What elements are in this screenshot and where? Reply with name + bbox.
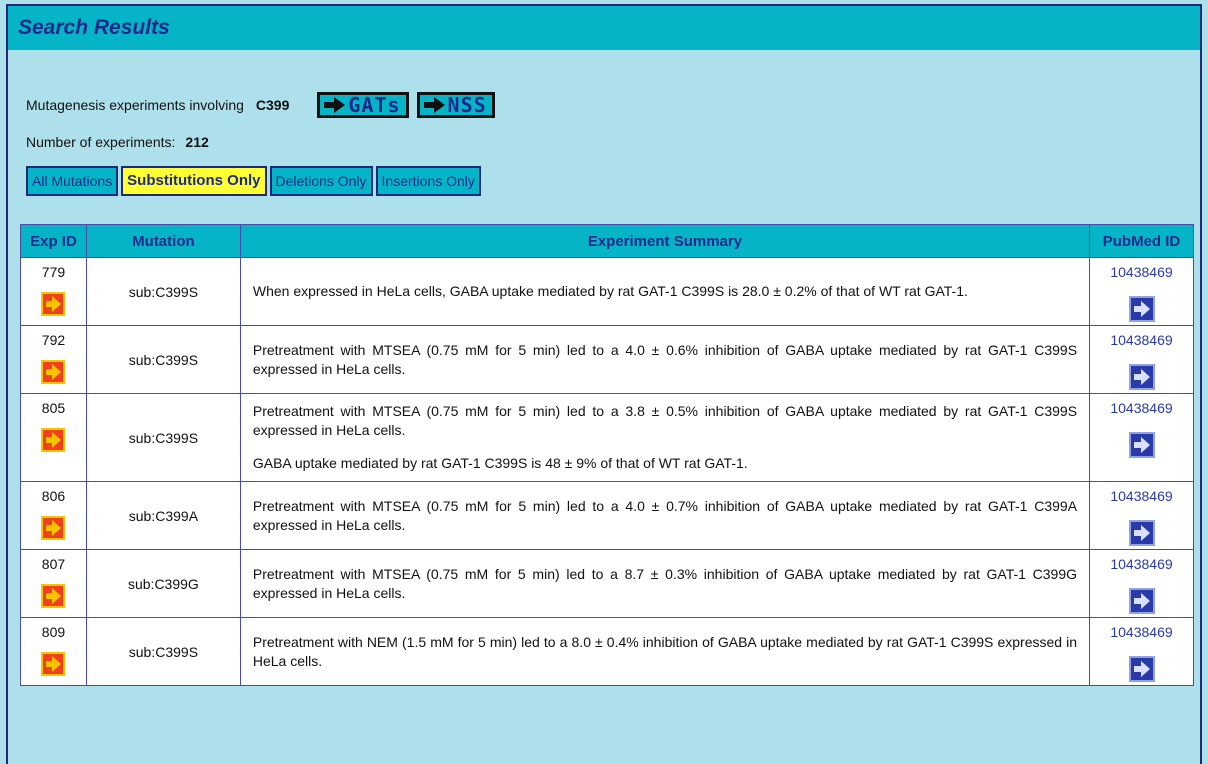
pubmed-link[interactable]: 10438469	[1090, 488, 1193, 510]
summary-paragraph: Pretreatment with MTSEA (0.75 mM for 5 m…	[252, 341, 1078, 377]
exp-id: 792	[41, 332, 66, 348]
query-label: Mutagenesis experiments involving	[26, 97, 244, 113]
exp-id-cell: 792	[20, 325, 87, 394]
results-table: Exp ID Mutation Experiment Summary PubMe…	[20, 224, 1194, 686]
mutation-cell: sub:C399A	[85, 481, 241, 550]
pubmed-arrow-icon[interactable]	[1128, 432, 1155, 458]
pubmed-cell: 10438469	[1089, 481, 1194, 550]
col-exp-id: Exp ID	[20, 224, 87, 258]
summary-paragraph: When expressed in HeLa cells, GABA uptak…	[252, 283, 968, 299]
nss-button[interactable]: NSS	[416, 92, 495, 118]
mutation-cell: sub:C399S	[85, 393, 241, 482]
filter-all-mutations[interactable]: All Mutations	[26, 166, 119, 196]
summary-cell: Pretreatment with MTSEA (0.75 mM for 5 m…	[239, 393, 1091, 482]
pubmed-link[interactable]: 10438469	[1090, 556, 1193, 578]
col-mutation: Mutation	[85, 224, 241, 258]
table-row: 806 sub:C399A Pretreatment with MTSEA (0…	[20, 481, 1194, 550]
table-row: 807 sub:C399G Pretreatment with MTSEA (0…	[20, 549, 1194, 618]
summary-cell: When expressed in HeLa cells, GABA uptak…	[239, 257, 1091, 326]
filter-insertions-only[interactable]: Insertions Only	[375, 166, 481, 196]
count-row: Number of experiments: 212	[26, 134, 1200, 150]
view-experiment-icon[interactable]	[41, 516, 66, 540]
exp-id: 806	[41, 488, 66, 504]
pubmed-link[interactable]: 10438469	[1090, 400, 1193, 422]
pubmed-cell: 10438469	[1089, 393, 1194, 482]
query-residue: C399	[255, 97, 290, 113]
table-row: 805 sub:C399S Pretreatment with MTSEA (0…	[20, 393, 1194, 482]
summary-cell: Pretreatment with MTSEA (0.75 mM for 5 m…	[239, 481, 1091, 550]
table-row: 792 sub:C399S Pretreatment with MTSEA (0…	[20, 325, 1194, 394]
pubmed-arrow-icon[interactable]	[1128, 656, 1155, 682]
summary-paragraph: Pretreatment with NEM (1.5 mM for 5 min)…	[252, 633, 1078, 669]
pubmed-cell: 10438469	[1089, 549, 1194, 618]
exp-id: 807	[41, 556, 66, 572]
gats-button-label: GATs	[348, 93, 401, 117]
pubmed-arrow-icon[interactable]	[1128, 364, 1155, 390]
exp-id-cell: 805	[20, 393, 87, 482]
pubmed-arrow-icon[interactable]	[1128, 588, 1155, 614]
exp-id-cell: 807	[20, 549, 87, 618]
mutation-cell: sub:C399S	[85, 257, 241, 326]
view-experiment-icon[interactable]	[41, 652, 66, 676]
view-experiment-icon[interactable]	[41, 428, 66, 452]
table-header-row: Exp ID Mutation Experiment Summary PubMe…	[20, 224, 1194, 258]
gats-button[interactable]: GATs	[317, 92, 409, 118]
col-experiment-summary: Experiment Summary	[239, 224, 1091, 258]
col-pubmed-id: PubMed ID	[1089, 224, 1194, 258]
exp-id-cell: 779	[20, 257, 87, 326]
right-arrow-icon	[423, 97, 445, 113]
summary-cell: Pretreatment with NEM (1.5 mM for 5 min)…	[239, 617, 1091, 686]
mutation-filters: All Mutations Substitutions Only Deletio…	[26, 166, 1200, 196]
exp-id-cell: 806	[20, 481, 87, 550]
pubmed-cell: 10438469	[1089, 257, 1194, 326]
mutation-cell: sub:C399G	[85, 549, 241, 618]
summary-paragraph: Pretreatment with MTSEA (0.75 mM for 5 m…	[252, 565, 1078, 601]
pubmed-link[interactable]: 10438469	[1090, 624, 1193, 646]
mutation-cell: sub:C399S	[85, 617, 241, 686]
pubmed-cell: 10438469	[1089, 325, 1194, 394]
pubmed-cell: 10438469	[1089, 617, 1194, 686]
exp-id: 779	[41, 264, 66, 280]
table-row: 809 sub:C399S Pretreatment with NEM (1.5…	[20, 617, 1194, 686]
summary-paragraph: Pretreatment with MTSEA (0.75 mM for 5 m…	[252, 497, 1078, 533]
mutation-cell: sub:C399S	[85, 325, 241, 394]
pubmed-arrow-icon[interactable]	[1128, 520, 1155, 546]
exp-id-cell: 809	[20, 617, 87, 686]
summary-paragraph: GABA uptake mediated by rat GAT-1 C399S …	[252, 455, 748, 471]
summary-paragraph: Pretreatment with MTSEA (0.75 mM for 5 m…	[252, 403, 1078, 438]
count-value: 212	[185, 134, 209, 150]
view-experiment-icon[interactable]	[41, 584, 66, 608]
count-label: Number of experiments:	[26, 134, 176, 150]
summary-cell: Pretreatment with MTSEA (0.75 mM for 5 m…	[239, 549, 1091, 618]
table-row: 779 sub:C399S When expressed in HeLa cel…	[20, 257, 1194, 326]
right-arrow-icon	[324, 97, 346, 113]
page-title: Search Results	[8, 6, 1200, 50]
query-row: Mutagenesis experiments involving C399 G…	[26, 88, 1200, 122]
summary-cell: Pretreatment with MTSEA (0.75 mM for 5 m…	[239, 325, 1091, 394]
view-experiment-icon[interactable]	[41, 292, 66, 316]
pubmed-link[interactable]: 10438469	[1090, 264, 1193, 286]
exp-id: 809	[41, 624, 66, 640]
filter-deletions-only[interactable]: Deletions Only	[269, 166, 373, 196]
pubmed-link[interactable]: 10438469	[1090, 332, 1193, 354]
query-section: Mutagenesis experiments involving C399 G…	[8, 88, 1200, 196]
exp-id: 805	[41, 400, 66, 416]
pubmed-arrow-icon[interactable]	[1128, 296, 1155, 322]
nss-button-label: NSS	[447, 93, 487, 117]
view-experiment-icon[interactable]	[41, 360, 66, 384]
filter-substitutions-only[interactable]: Substitutions Only	[121, 166, 267, 196]
